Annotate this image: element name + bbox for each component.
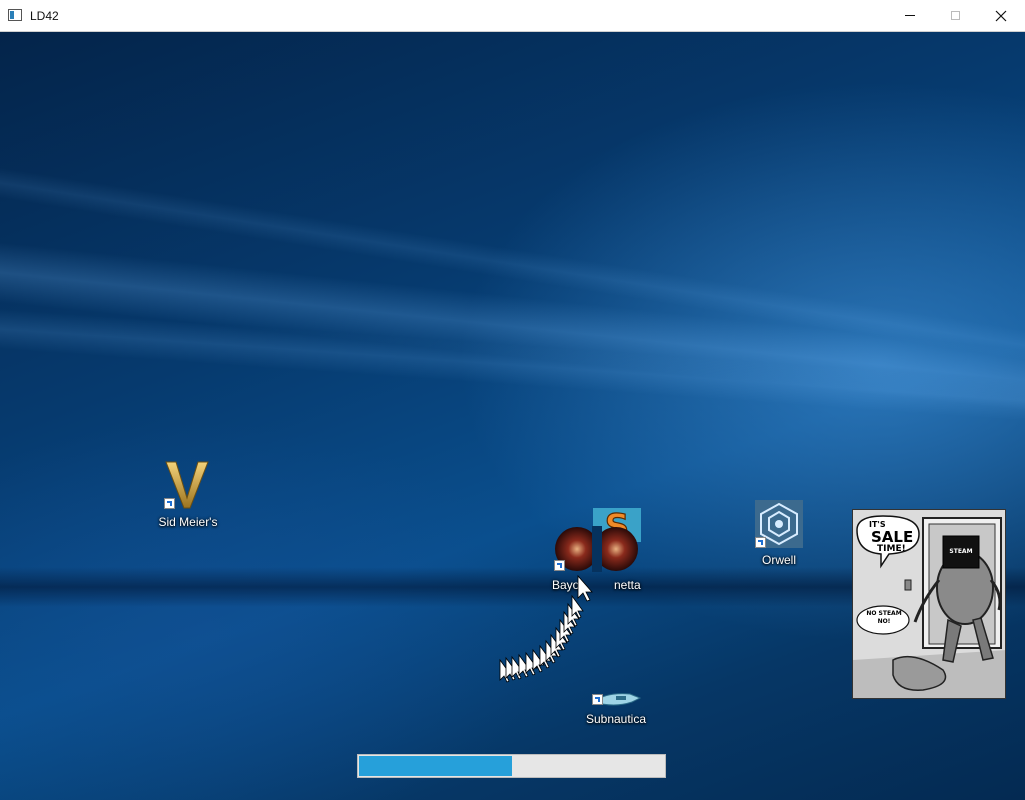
- desktop-icon-label: Subnautica: [585, 712, 647, 726]
- bayonetta-icon: [592, 526, 638, 572]
- desktop-icon-label: netta: [614, 578, 641, 592]
- shortcut-arrow-icon: [164, 498, 175, 509]
- progress-bar-fill: [359, 756, 512, 776]
- progress-bar: [357, 754, 666, 778]
- desktop-icon-bayonetta-right[interactable]: netta: [590, 526, 666, 598]
- game-desktop: Sid Meier's Bayo S netta Orwell Subnauti…: [0, 32, 1025, 800]
- maximize-icon: [950, 11, 960, 20]
- minimize-icon: [905, 15, 915, 16]
- desktop-icon-subnautica[interactable]: Subnautica: [578, 690, 654, 730]
- desktop-icon-orwell[interactable]: Orwell: [741, 500, 817, 572]
- cursor-trail: [499, 574, 593, 683]
- shortcut-arrow-icon: [592, 694, 603, 705]
- steam-badge-text: STEAM: [949, 548, 973, 555]
- close-icon: [995, 10, 1007, 21]
- window-app-icon: [8, 9, 22, 21]
- comic-speech-line: TIME!: [877, 544, 906, 554]
- sale-time-comic: IT'S SALE TIME! STEAM NO STEAM NO!: [852, 509, 1006, 699]
- minimize-button[interactable]: [887, 0, 933, 31]
- window-title: LD42: [30, 9, 59, 23]
- close-button[interactable]: [978, 0, 1024, 31]
- comic-reply-line: NO!: [877, 618, 891, 625]
- desktop-icon-label: Sid Meier's: [158, 515, 218, 529]
- comic-reply-line: NO STEAM: [866, 610, 902, 617]
- maximize-button[interactable]: [932, 0, 978, 31]
- desktop-icon-sid-meiers[interactable]: Sid Meier's: [150, 460, 226, 532]
- title-bar: LD42: [0, 0, 1025, 32]
- desktop-icon-label: Orwell: [761, 553, 796, 567]
- shortcut-arrow-icon: [554, 560, 565, 571]
- shortcut-arrow-icon: [755, 537, 766, 548]
